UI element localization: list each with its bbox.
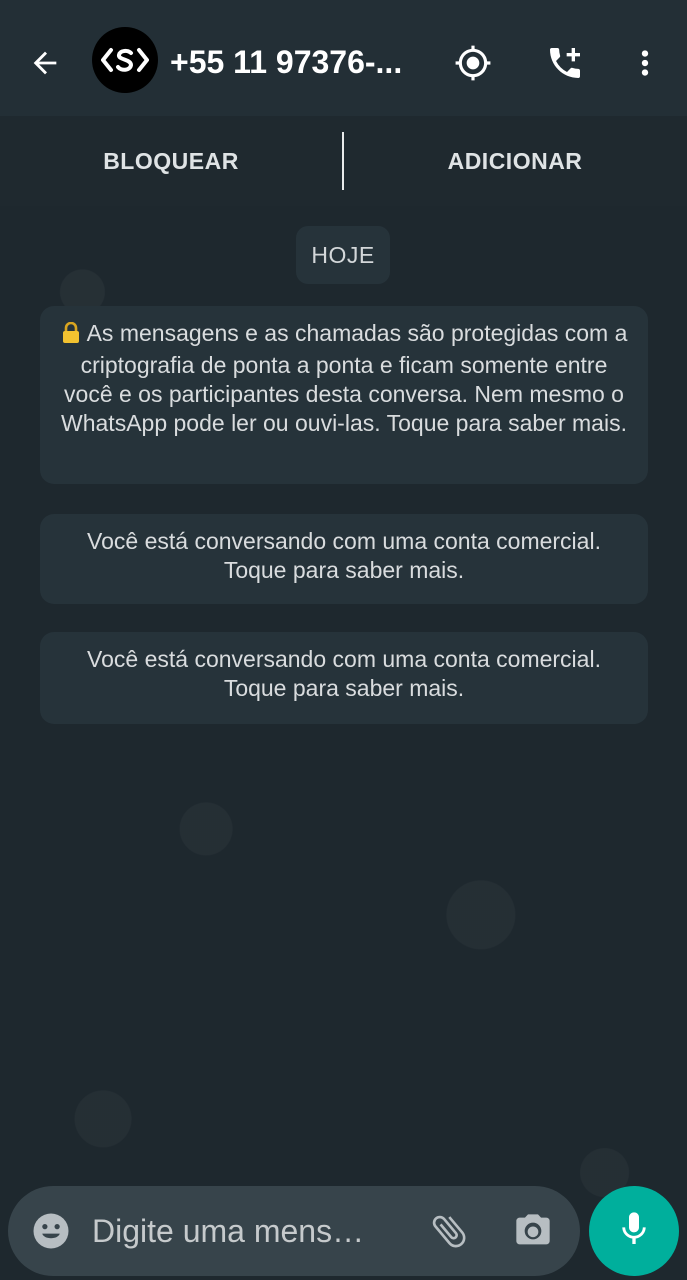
business-notice-text: Você está conversando com uma conta come… xyxy=(87,646,601,701)
encryption-notice[interactable]: As mensagens e as chamadas são protegida… xyxy=(40,306,648,484)
message-composer xyxy=(8,1186,580,1276)
block-button[interactable]: BLOQUEAR xyxy=(0,116,342,206)
business-account-notice[interactable]: Você está conversando com uma conta come… xyxy=(40,514,648,604)
more-vert-icon[interactable] xyxy=(622,40,668,86)
lock-icon xyxy=(61,321,81,351)
voice-message-button[interactable] xyxy=(589,1186,679,1276)
mic-icon xyxy=(614,1209,654,1254)
message-input[interactable] xyxy=(92,1204,392,1258)
emoji-icon[interactable] xyxy=(28,1208,74,1254)
back-arrow-icon[interactable] xyxy=(22,40,68,86)
unknown-contact-actions: BLOQUEAR ADICIONAR xyxy=(0,116,687,206)
business-account-notice[interactable]: Você está conversando com uma conta come… xyxy=(40,632,648,724)
attach-icon[interactable] xyxy=(426,1208,472,1254)
add-contact-button[interactable]: ADICIONAR xyxy=(344,116,686,206)
add-call-icon[interactable] xyxy=(542,40,588,86)
camera-icon[interactable] xyxy=(510,1208,556,1254)
date-chip: HOJE xyxy=(296,226,390,284)
encryption-notice-text: As mensagens e as chamadas são protegida… xyxy=(61,320,628,436)
chat-screen: +55 11 97376-... BLOQUEAR ADICIONAR HOJE… xyxy=(0,0,687,1280)
chat-header: +55 11 97376-... xyxy=(0,0,687,116)
business-notice-text: Você está conversando com uma conta come… xyxy=(87,528,601,583)
location-target-icon[interactable] xyxy=(450,40,496,86)
contact-name[interactable]: +55 11 97376-... xyxy=(170,40,420,84)
avatar[interactable] xyxy=(92,27,158,93)
